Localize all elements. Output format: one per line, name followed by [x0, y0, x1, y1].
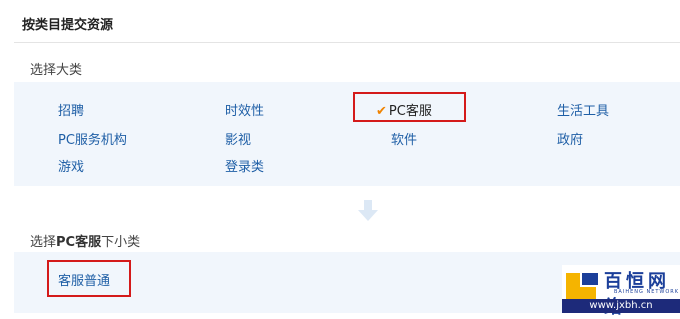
category-item-government[interactable]: 政府	[557, 129, 583, 148]
category-item-recruitment[interactable]: 招聘	[58, 100, 84, 119]
category-panel: 招聘 时效性 ✔ PC客服 生活工具 PC服务机构 影视 软件 政府 游戏 登录类	[14, 82, 680, 186]
category-item-login[interactable]: 登录类	[225, 156, 264, 175]
watermark-url: www.jxbh.cn	[562, 299, 680, 313]
page-title: 按类目提交资源	[22, 18, 114, 33]
down-arrow-icon	[358, 200, 378, 221]
category-section-label: 选择大类	[30, 63, 83, 78]
title-divider	[14, 42, 680, 43]
category-item-life-tools[interactable]: 生活工具	[557, 100, 609, 119]
category-item-games[interactable]: 游戏	[58, 156, 84, 175]
category-item-software[interactable]: 软件	[391, 129, 417, 148]
watermark: 百恒网络 BAIHENG NETWORK www.jxbh.cn	[562, 265, 680, 318]
subcategory-section-label: 选择PC客服下小类	[30, 231, 140, 250]
category-item-pc-service-org[interactable]: PC服务机构	[58, 129, 127, 148]
watermark-name-en: BAIHENG NETWORK	[614, 289, 680, 295]
selected-subcategory-highlight	[47, 260, 131, 297]
subcategory-label-prefix: 选择	[30, 235, 57, 250]
selected-category-highlight	[353, 92, 466, 122]
category-item-timeliness[interactable]: 时效性	[225, 100, 264, 119]
subcategory-label-selected: PC客服	[56, 235, 102, 250]
category-item-film[interactable]: 影视	[225, 129, 251, 148]
subcategory-label-suffix: 下小类	[101, 235, 141, 250]
